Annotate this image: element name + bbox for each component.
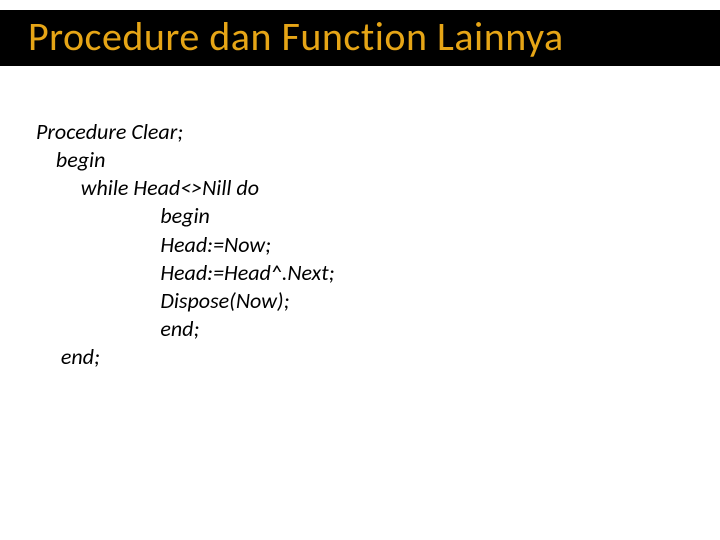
slide-title: Procedure dan Function Lainnya	[28, 16, 692, 58]
slide: Procedure dan Function Lainnya Procedure…	[0, 0, 720, 540]
code-line: begin	[36, 202, 210, 229]
code-line: end;	[36, 315, 199, 342]
title-band: Procedure dan Function Lainnya	[0, 10, 720, 66]
code-block: Procedure Clear; begin while Head<>Nill …	[36, 118, 684, 371]
code-line: Procedure Clear;	[36, 118, 183, 145]
code-line: begin	[36, 146, 105, 173]
code-line: Dispose(Now);	[36, 287, 289, 314]
title-underline	[28, 77, 692, 79]
code-line: while Head<>Nill do	[36, 174, 259, 201]
code-line: Head:=Head^.Next;	[36, 259, 334, 286]
code-line: Head:=Now;	[36, 231, 271, 258]
code-line: end;	[36, 343, 100, 370]
